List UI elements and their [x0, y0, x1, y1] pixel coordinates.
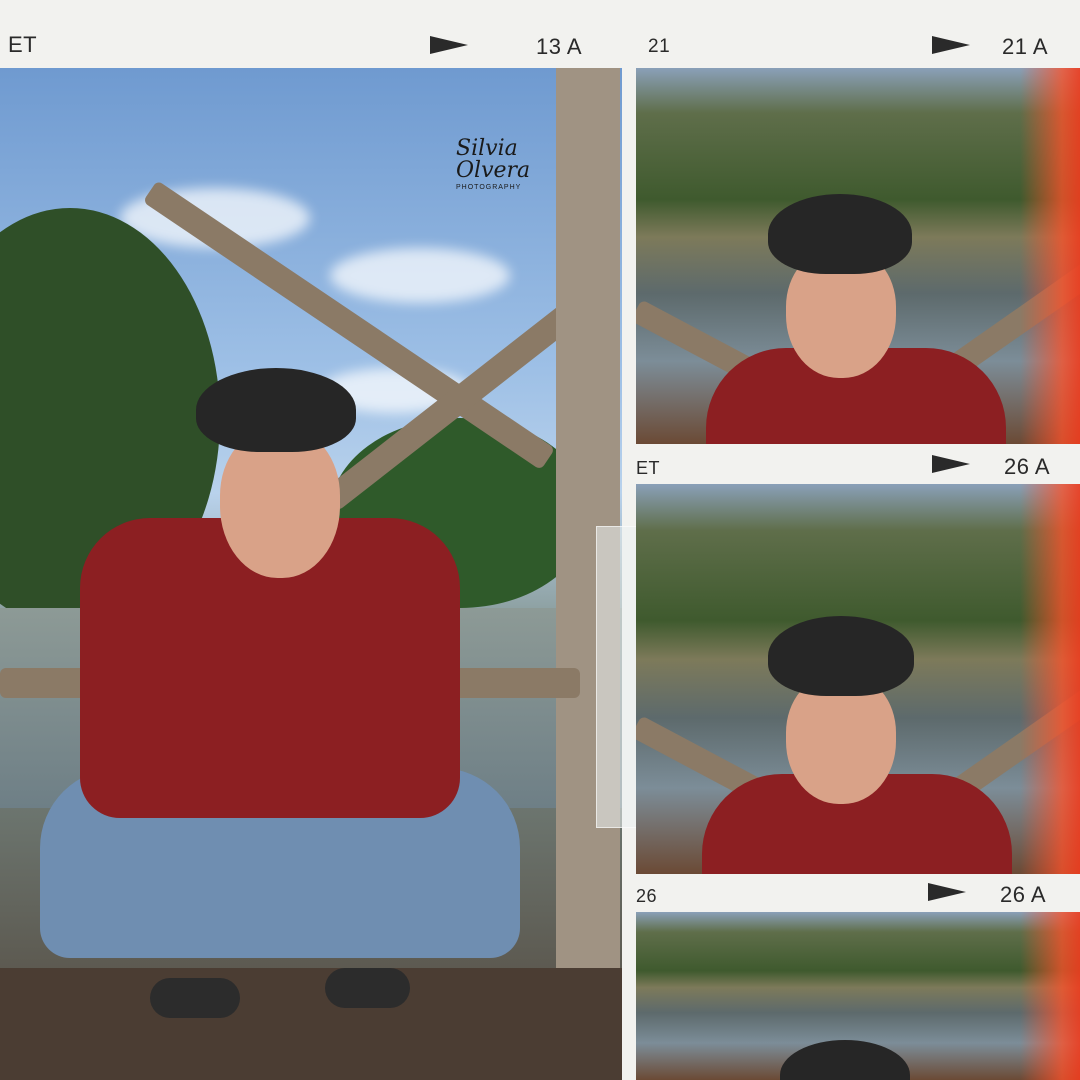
beret-hat	[780, 1040, 910, 1080]
sneaker	[325, 968, 410, 1008]
film-arrow-icon	[932, 36, 970, 54]
beret-hat	[768, 194, 912, 274]
frame-photo-26a-bottom	[636, 912, 1080, 1080]
watermark-line: Olvera	[456, 158, 531, 183]
frame-edge-label: 21	[648, 36, 671, 57]
light-leak	[1020, 912, 1080, 1080]
watermark-line: Silvia	[456, 136, 518, 161]
frame-number-label: 13 A	[536, 34, 583, 59]
sneaker	[150, 978, 240, 1018]
film-arrow-icon	[928, 883, 966, 901]
frame-photo-26a	[636, 484, 1080, 874]
frame-edge-label: 26	[636, 886, 658, 906]
frame-number-label: 26 A	[1004, 454, 1051, 479]
light-leak	[1020, 484, 1080, 874]
cloud-shape	[330, 248, 510, 303]
frame-number-label: 21 A	[1002, 34, 1049, 59]
beret-hat	[768, 616, 914, 696]
frame-photo-21a	[636, 68, 1080, 444]
watermark-line: PHOTOGRAPHY	[456, 184, 522, 191]
frame-edge-label: ET	[636, 458, 661, 478]
watermark-logo: Silvia Olvera PHOTOGRAPHY	[456, 138, 530, 194]
light-leak	[1020, 68, 1080, 444]
frame-edge-label: ET	[8, 32, 38, 57]
beret-hat	[196, 368, 356, 452]
frame-number-label: 26 A	[1000, 882, 1047, 907]
crouching-man	[40, 368, 520, 1048]
film-arrow-icon	[932, 455, 970, 473]
film-arrow-icon	[430, 36, 468, 54]
main-portrait-photo: Silvia Olvera PHOTOGRAPHY	[0, 68, 622, 1080]
